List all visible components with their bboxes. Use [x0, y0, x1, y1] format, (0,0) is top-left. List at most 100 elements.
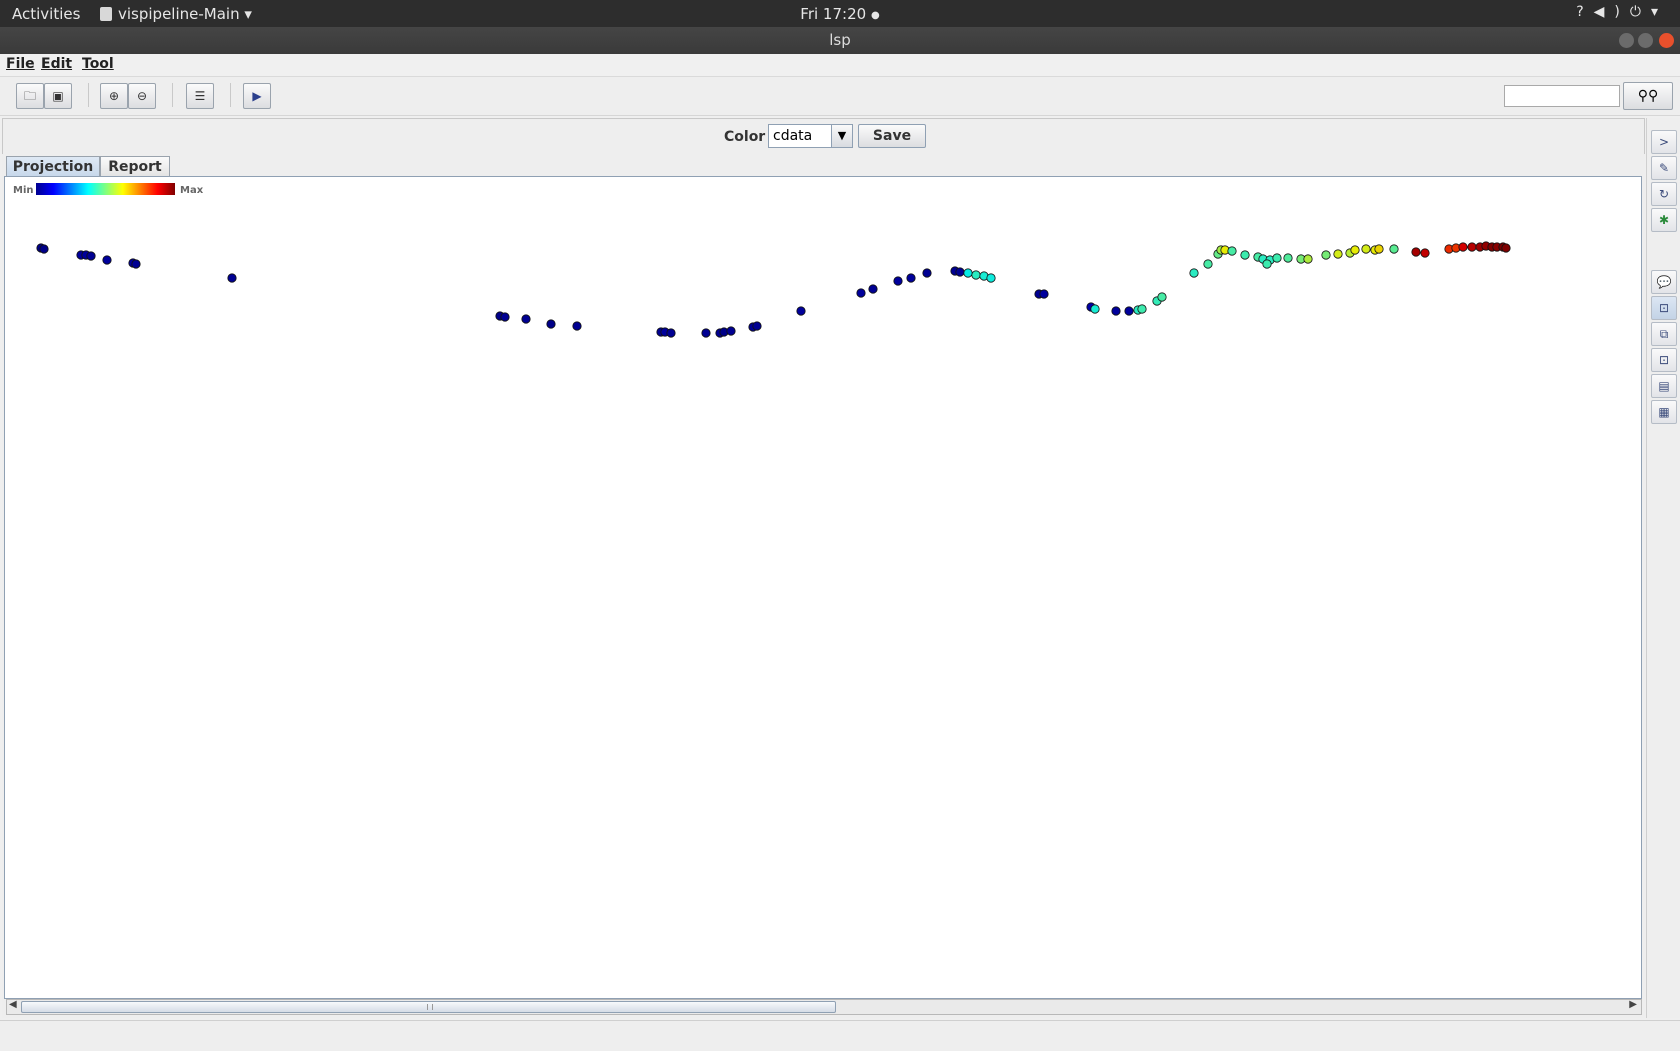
data-point[interactable] — [1272, 253, 1282, 263]
data-point[interactable] — [1458, 242, 1468, 252]
data-point[interactable] — [1111, 306, 1121, 316]
data-point[interactable] — [1189, 268, 1199, 278]
save-file-button[interactable]: ▣ — [44, 83, 72, 109]
expand-button[interactable]: > — [1651, 130, 1677, 154]
data-point[interactable] — [102, 255, 112, 265]
data-point[interactable] — [963, 268, 973, 278]
data-point[interactable] — [971, 270, 981, 280]
volume-icon[interactable]: ◀) — [1594, 4, 1630, 20]
clock[interactable]: Fri 17:20 — [800, 5, 866, 23]
data-point[interactable] — [1157, 292, 1167, 302]
tree-button[interactable]: ✱ — [1651, 208, 1677, 232]
maximize-button[interactable] — [1638, 33, 1653, 48]
data-point[interactable] — [1389, 244, 1399, 254]
tab-report[interactable]: Report — [100, 156, 170, 177]
data-point[interactable] — [131, 259, 141, 269]
menu-file[interactable]: File — [6, 56, 35, 72]
close-button[interactable] — [1659, 33, 1674, 48]
toolbar-separator — [172, 83, 173, 107]
data-point[interactable] — [666, 328, 676, 338]
data-point[interactable] — [521, 314, 531, 324]
data-point[interactable] — [955, 267, 965, 277]
zoom-in-button[interactable]: ⊕ — [100, 83, 128, 109]
chevron-down-icon[interactable]: ▾ — [1651, 4, 1668, 20]
search-input[interactable] — [1504, 85, 1620, 107]
list-button[interactable]: ☰ — [186, 83, 214, 109]
save-button[interactable]: Save — [858, 124, 926, 148]
data-point[interactable] — [922, 268, 932, 278]
data-point[interactable] — [546, 319, 556, 329]
system-tray[interactable]: ?◀)⏻▾ — [1576, 4, 1668, 20]
menu-edit[interactable]: Edit — [41, 56, 72, 72]
data-point[interactable] — [701, 328, 711, 338]
save-icon: ▣ — [52, 89, 64, 103]
data-point[interactable] — [1361, 244, 1371, 254]
data-point[interactable] — [39, 244, 49, 254]
frame-icon: ⊡ — [1658, 353, 1670, 367]
activities-button[interactable]: Activities — [12, 5, 80, 23]
data-point[interactable] — [572, 321, 582, 331]
select-button[interactable]: ⊡ — [1651, 296, 1677, 320]
horizontal-scrollbar[interactable]: ◀ ▶ — [6, 999, 1642, 1015]
find-button[interactable]: ⚲⚲ — [1623, 82, 1673, 110]
minimize-button[interactable] — [1619, 33, 1634, 48]
scroll-right-icon[interactable]: ▶ — [1629, 999, 1637, 1010]
data-point[interactable] — [1090, 304, 1100, 314]
data-point[interactable] — [1467, 242, 1477, 252]
data-point[interactable] — [1411, 247, 1421, 257]
data-point[interactable] — [893, 276, 903, 286]
chevron-down-icon[interactable]: ▼ — [831, 125, 852, 147]
data-point[interactable] — [868, 284, 878, 294]
data-point[interactable] — [986, 273, 996, 283]
window-icon: ▦ — [1658, 405, 1670, 419]
zoom-out-button[interactable]: ⊖ — [128, 83, 156, 109]
window-button[interactable]: ▦ — [1651, 400, 1677, 424]
notification-dot-icon: ● — [870, 10, 880, 21]
data-point[interactable] — [1283, 253, 1293, 263]
data-point[interactable] — [906, 273, 916, 283]
data-point[interactable] — [1350, 245, 1360, 255]
data-point[interactable] — [1203, 259, 1213, 269]
data-point[interactable] — [1240, 250, 1250, 260]
refresh-button[interactable]: ↻ — [1651, 182, 1677, 206]
scrollbar-thumb[interactable] — [21, 1001, 836, 1013]
data-point[interactable] — [1137, 304, 1147, 314]
frame-button[interactable]: ⊡ — [1651, 348, 1677, 372]
data-point[interactable] — [1262, 259, 1272, 269]
data-point[interactable] — [1303, 254, 1313, 264]
tree-icon: ✱ — [1658, 213, 1670, 227]
app-menu[interactable]: vispipeline-Main ▾ — [100, 5, 252, 23]
data-point[interactable] — [1124, 306, 1134, 316]
scatter-plot[interactable]: Min Max — [5, 177, 1641, 998]
projection-plot[interactable]: Min Max — [4, 176, 1642, 999]
table-button[interactable]: ▤ — [1651, 374, 1677, 398]
data-point[interactable] — [1333, 249, 1343, 259]
tab-projection[interactable]: Projection — [6, 156, 100, 177]
toolbar-separator — [88, 83, 89, 107]
right-tool-sidebar: > ✎ ↻ ✱ 💬 ⊡ ⧉ ⊡ ▤ ▦ — [1646, 118, 1680, 1018]
comment-button[interactable]: 💬 — [1651, 270, 1677, 294]
data-point[interactable] — [1039, 289, 1049, 299]
power-icon[interactable]: ⏻ — [1630, 4, 1651, 20]
run-button[interactable]: ▶ — [243, 83, 271, 109]
menu-tool[interactable]: Tool — [82, 56, 114, 72]
status-bar — [0, 1020, 1680, 1051]
data-point[interactable] — [1374, 244, 1384, 254]
color-select[interactable]: cdata ▼ — [768, 124, 853, 148]
data-point[interactable] — [752, 321, 762, 331]
data-point[interactable] — [1420, 248, 1430, 258]
data-point[interactable] — [1227, 246, 1237, 256]
data-point[interactable] — [1501, 243, 1511, 253]
open-button[interactable]: 🗀 — [16, 83, 44, 109]
data-point[interactable] — [726, 326, 736, 336]
copy-button[interactable]: ⧉ — [1651, 322, 1677, 346]
scroll-left-icon[interactable]: ◀ — [9, 999, 17, 1010]
data-point[interactable] — [227, 273, 237, 283]
data-point[interactable] — [500, 312, 510, 322]
help-icon[interactable]: ? — [1576, 4, 1593, 20]
data-point[interactable] — [856, 288, 866, 298]
data-point[interactable] — [796, 306, 806, 316]
data-point[interactable] — [86, 251, 96, 261]
edit-button[interactable]: ✎ — [1651, 156, 1677, 180]
data-point[interactable] — [1321, 250, 1331, 260]
